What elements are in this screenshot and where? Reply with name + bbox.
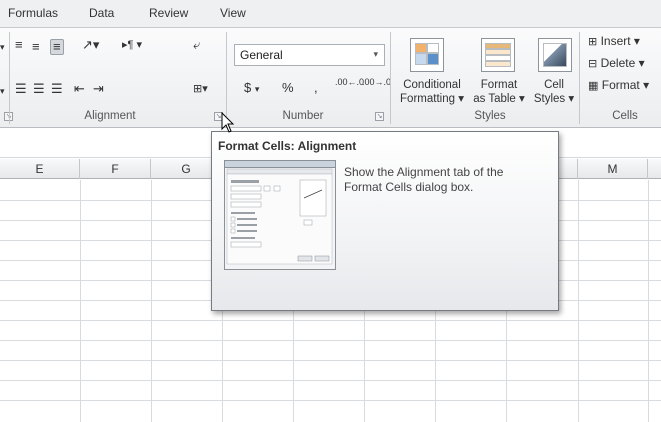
group-label-alignment: Alignment (84, 110, 136, 122)
increase-decimal-button[interactable]: .00←.0 (335, 78, 364, 87)
delete-button[interactable]: ⊟ Delete ▾ (588, 56, 645, 70)
cell-styles-icon[interactable] (538, 38, 572, 72)
format-as-table-button[interactable]: Format as Table ▾ (470, 78, 528, 106)
group-label-styles: Styles (474, 110, 506, 122)
dropdown-arrow-icon[interactable]: ▾ (0, 40, 5, 54)
dropdown-arrow-icon[interactable]: ▾ (0, 84, 5, 98)
tab-formulas[interactable]: Formulas (8, 6, 58, 20)
merge-center-icon[interactable]: ⊞▾ (193, 82, 208, 96)
format-button[interactable]: ▦ Format ▾ (588, 78, 649, 92)
super-tooltip: Format Cells: Alignment Show the Alignme… (211, 131, 559, 311)
comma-style-button[interactable]: , (314, 80, 318, 95)
align-center-icon[interactable]: ☰ (33, 82, 45, 96)
tab-data[interactable]: Data (89, 6, 114, 20)
align-middle-icon[interactable]: ≡ (32, 40, 40, 54)
increase-indent-icon[interactable]: ⇥ (93, 82, 104, 96)
chevron-down-icon: ▾ (373, 49, 378, 59)
align-right-icon[interactable]: ☰ (51, 82, 63, 96)
insert-icon: ⊞ (588, 36, 598, 48)
number-format-value: General (240, 48, 283, 62)
insert-button[interactable]: ⊞ Insert ▾ (588, 34, 640, 48)
format-as-table-icon[interactable] (481, 38, 515, 72)
delete-icon: ⊟ (588, 58, 598, 70)
percent-style-button[interactable]: % (282, 80, 294, 95)
number-format-select[interactable]: General ▾ (234, 44, 385, 66)
tooltip-title: Format Cells: Alignment (218, 139, 357, 153)
group-label-cells: Cells (612, 110, 638, 122)
decrease-decimal-button[interactable]: .00→.0 (362, 78, 391, 87)
currency-format-button[interactable]: $ ▾ (244, 80, 259, 95)
column-header-f[interactable]: F (80, 159, 151, 179)
align-top-icon[interactable]: ≡ (15, 38, 23, 52)
align-bottom-icon[interactable]: ≡ (50, 39, 64, 55)
tab-review[interactable]: Review (149, 6, 188, 20)
number-dialog-launcher-icon[interactable]: ↘ (375, 112, 384, 121)
decrease-indent-icon[interactable]: ⇤ (74, 82, 85, 96)
conditional-formatting-icon[interactable] (410, 38, 444, 72)
mouse-pointer-icon (221, 112, 235, 133)
tooltip-description: Show the Alignment tab of the Format Cel… (344, 165, 504, 194)
format-icon: ▦ (588, 80, 599, 92)
format-cells-dialog-thumbnail (224, 160, 336, 270)
column-header-e[interactable]: E (0, 159, 80, 179)
ribbon: ▾ ≡ ≡ ≡ ↗▾ ▸¶ ▾ ⤶ ▾ ☰ ☰ ☰ ⇤ ⇥ ⊞▾ Alignme… (0, 28, 661, 128)
orientation-icon[interactable]: ↗▾ (82, 38, 99, 52)
group-label-number: Number (282, 110, 324, 122)
cell-styles-button[interactable]: Cell Styles ▾ (530, 78, 578, 106)
wrap-text-icon[interactable]: ⤶ (193, 38, 200, 52)
ribbon-tab-bar: Formulas Data Review View (0, 0, 661, 28)
tab-view[interactable]: View (220, 6, 246, 20)
paragraph-direction-icon[interactable]: ▸¶ ▾ (122, 38, 142, 52)
align-left-icon[interactable]: ☰ (15, 82, 27, 96)
conditional-formatting-button[interactable]: Conditional Formatting ▾ (397, 78, 467, 106)
column-header-m[interactable]: M (578, 159, 648, 179)
